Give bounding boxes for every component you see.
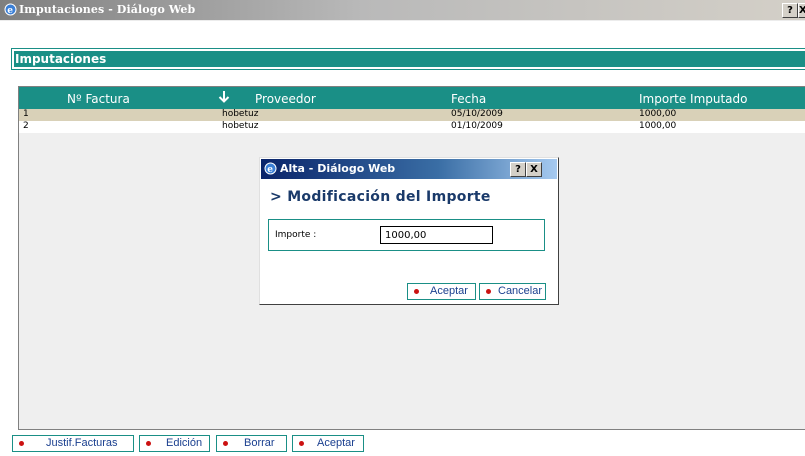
- dialog-title: Alta - Diálogo Web: [280, 162, 396, 175]
- dialog-close-button[interactable]: X: [526, 162, 542, 177]
- table-header: Nº Factura Proveedor Fecha Importe Imput…: [19, 87, 805, 109]
- window-title-bar: e Imputaciones - Diálogo Web ? X: [0, 0, 805, 20]
- dialog-heading: > Modificación del Importe: [270, 189, 491, 205]
- dialog-cancelar-button[interactable]: Cancelar: [479, 283, 546, 300]
- ie-icon: e: [264, 162, 277, 175]
- alta-dialog: e Alta - Diálogo Web ? X > Modificación …: [259, 157, 559, 305]
- cell-factura: 1: [23, 109, 29, 119]
- svg-text:e: e: [7, 6, 13, 16]
- help-button[interactable]: ?: [782, 3, 798, 18]
- cell-proveedor: hobetuz: [222, 121, 259, 131]
- cell-factura: 2: [23, 121, 29, 131]
- dialog-aceptar-button[interactable]: Aceptar: [407, 283, 476, 300]
- column-header-factura[interactable]: Nº Factura: [67, 92, 130, 106]
- cell-importe: 1000,00: [639, 121, 677, 131]
- ie-icon: e: [4, 3, 17, 16]
- cell-importe: 1000,00: [639, 109, 677, 119]
- bullet-icon: [223, 441, 228, 446]
- bullet-icon: [299, 441, 304, 446]
- column-header-importe[interactable]: Importe Imputado: [639, 92, 748, 106]
- bullet-icon: [414, 289, 419, 294]
- cell-proveedor: hobetuz: [222, 109, 259, 119]
- justif-facturas-button[interactable]: Justif.Facturas: [12, 435, 134, 452]
- bullet-icon: [486, 289, 491, 294]
- dialog-title-bar: e Alta - Diálogo Web ? X: [261, 159, 557, 179]
- section-title: Imputaciones: [15, 52, 107, 66]
- edicion-button[interactable]: Edición: [139, 435, 210, 452]
- column-header-proveedor[interactable]: Proveedor: [255, 92, 316, 106]
- bullet-icon: [146, 441, 151, 446]
- importe-label: Importe :: [275, 230, 317, 240]
- importe-field-group: Importe :: [268, 219, 545, 251]
- dialog-help-button[interactable]: ?: [510, 162, 526, 177]
- aceptar-button[interactable]: Aceptar: [292, 435, 364, 452]
- table-row[interactable]: 2 hobetuz 01/10/2009 1000,00: [19, 121, 805, 133]
- bullet-icon: [19, 441, 24, 446]
- svg-text:e: e: [267, 165, 273, 175]
- cell-fecha: 01/10/2009: [451, 121, 503, 131]
- close-button[interactable]: X: [798, 3, 805, 18]
- window-title: Imputaciones - Diálogo Web: [19, 3, 196, 16]
- borrar-button[interactable]: Borrar: [216, 435, 287, 452]
- table-row[interactable]: 1 hobetuz 05/10/2009 1000,00: [19, 109, 805, 121]
- column-header-fecha[interactable]: Fecha: [451, 92, 486, 106]
- divider: [0, 20, 805, 21]
- cell-fecha: 05/10/2009: [451, 109, 503, 119]
- importe-input[interactable]: [380, 226, 493, 244]
- arrow-down-icon: [218, 90, 230, 107]
- section-header: Imputaciones: [11, 48, 805, 70]
